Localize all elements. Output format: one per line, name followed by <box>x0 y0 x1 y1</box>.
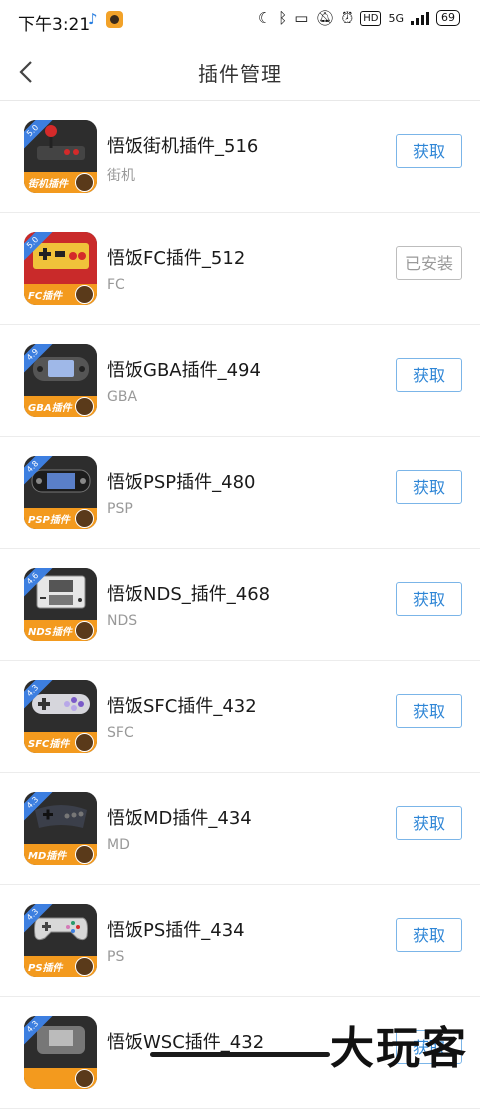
mascot-icon <box>75 1069 94 1088</box>
list-item[interactable]: MD插件 4.3 悟饭MD插件_434 MD 获取 <box>0 773 480 885</box>
mascot-icon <box>75 285 94 304</box>
list-item[interactable]: FC插件 5.0 悟饭FC插件_512 FC 已安装 <box>0 213 480 325</box>
plugin-band: PSP插件 <box>24 508 97 529</box>
plugin-icon: 街机插件 5.0 <box>24 120 97 193</box>
list-item[interactable]: SFC插件 4.3 悟饭SFC插件_432 SFC 获取 <box>0 661 480 773</box>
plugin-category: NDS <box>107 613 138 629</box>
get-button[interactable]: 获取 <box>396 806 462 840</box>
status-icons: ☾ ᛒ ▭ 🔕︎ ⏰︎ HD 5G 69 <box>258 9 460 27</box>
network-label: 5G <box>388 11 404 25</box>
hd-icon: HD <box>360 10 382 26</box>
plugin-name: 悟饭NDS_插件_468 <box>107 584 271 605</box>
mascot-icon <box>75 173 94 192</box>
get-button[interactable]: 获取 <box>396 582 462 616</box>
plugin-band: SFC插件 <box>24 732 97 753</box>
mascot-icon <box>75 397 94 416</box>
plugin-list: 街机插件 5.0 悟饭街机插件_516 街机 获取 FC插件 5.0 悟饭FC插… <box>0 101 480 1109</box>
list-item[interactable]: 街机插件 5.0 悟饭街机插件_516 街机 获取 <box>0 101 480 213</box>
plugin-band-label: GBA插件 <box>28 403 72 414</box>
plugin-band: PS插件 <box>24 956 97 977</box>
plugin-band-label: FC插件 <box>28 291 63 302</box>
installed-button[interactable]: 已安装 <box>396 246 462 280</box>
plugin-band: 街机插件 <box>24 172 97 193</box>
list-item[interactable]: GBA插件 4.9 悟饭GBA插件_494 GBA 获取 <box>0 325 480 437</box>
get-button[interactable]: 获取 <box>396 358 462 392</box>
watermark: 大玩客 <box>330 1023 468 1074</box>
plugin-band-label: MD插件 <box>28 851 67 862</box>
list-item[interactable]: NDS插件 4.6 悟饭NDS_插件_468 NDS 获取 <box>0 549 480 661</box>
status-time: 下午3:21 <box>18 15 91 35</box>
plugin-band: FC插件 <box>24 284 97 305</box>
plugin-category: PSP <box>107 501 133 517</box>
mascot-icon <box>75 845 94 864</box>
plugin-category: FC <box>107 277 125 293</box>
mascot-icon <box>75 621 94 640</box>
get-button[interactable]: 获取 <box>396 470 462 504</box>
page-title: 插件管理 <box>198 62 282 86</box>
status-bar: 下午3:21 ♪ ☾ ᛒ ▭ 🔕︎ ⏰︎ HD 5G 69 <box>0 0 480 42</box>
bluetooth-icon: ᛒ <box>278 9 288 27</box>
plugin-band: GBA插件 <box>24 396 97 417</box>
plugin-band: MD插件 <box>24 844 97 865</box>
plugin-name: 悟饭WSC插件_432 <box>107 1032 265 1053</box>
plugin-category: SFC <box>107 725 134 741</box>
list-item[interactable]: PS插件 4.3 悟饭PS插件_434 PS 获取 <box>0 885 480 997</box>
plugin-category: PS <box>107 949 125 965</box>
plugin-icon: FC插件 5.0 <box>24 232 97 305</box>
mascot-icon <box>75 733 94 752</box>
signal-icon <box>411 11 429 25</box>
plugin-band-label: NDS插件 <box>28 627 72 638</box>
plugin-band <box>24 1068 97 1089</box>
plugin-name: 悟饭PS插件_434 <box>107 920 245 941</box>
vibrate-icon: ▭ <box>294 9 309 27</box>
plugin-band-label: PS插件 <box>28 963 63 974</box>
plugin-category: MD <box>107 837 130 853</box>
plugin-name: 悟饭GBA插件_494 <box>107 360 261 381</box>
plugin-band-label: SFC插件 <box>28 739 70 750</box>
mute-icon: 🔕︎ <box>315 9 335 27</box>
music-note-icon: ♪ <box>88 10 98 28</box>
plugin-band: NDS插件 <box>24 620 97 641</box>
plugin-name: 悟饭PSP插件_480 <box>107 472 256 493</box>
plugin-band-label: 街机插件 <box>28 179 68 190</box>
plugin-icon: MD插件 4.3 <box>24 792 97 865</box>
plugin-name: 悟饭街机插件_516 <box>107 136 259 157</box>
plugin-icon: NDS插件 4.6 <box>24 568 97 641</box>
plugin-category: GBA <box>107 389 138 405</box>
moon-icon: ☾ <box>257 9 272 27</box>
list-item[interactable]: PSP插件 4.8 悟饭PSP插件_480 PSP 获取 <box>0 437 480 549</box>
get-button[interactable]: 获取 <box>396 134 462 168</box>
header: 插件管理 <box>0 44 480 101</box>
plugin-icon: PSP插件 4.8 <box>24 456 97 529</box>
plugin-icon: PS插件 4.3 <box>24 904 97 977</box>
plugin-icon: GBA插件 4.9 <box>24 344 97 417</box>
home-indicator[interactable] <box>150 1052 330 1057</box>
wufan-app-icon <box>106 11 123 28</box>
plugin-name: 悟饭MD插件_434 <box>107 808 252 829</box>
plugin-icon: 4.3 <box>24 1016 97 1089</box>
plugin-name: 悟饭SFC插件_432 <box>107 696 257 717</box>
plugin-category: 街机 <box>107 168 135 184</box>
get-button[interactable]: 获取 <box>396 918 462 952</box>
plugin-band-label: PSP插件 <box>28 515 70 526</box>
mascot-icon <box>75 509 94 528</box>
plugin-name: 悟饭FC插件_512 <box>107 248 246 269</box>
get-button[interactable]: 获取 <box>396 694 462 728</box>
mascot-icon <box>75 957 94 976</box>
plugin-icon: SFC插件 4.3 <box>24 680 97 753</box>
alarm-icon: ⏰︎ <box>341 9 354 27</box>
battery-icon: 69 <box>436 10 460 26</box>
